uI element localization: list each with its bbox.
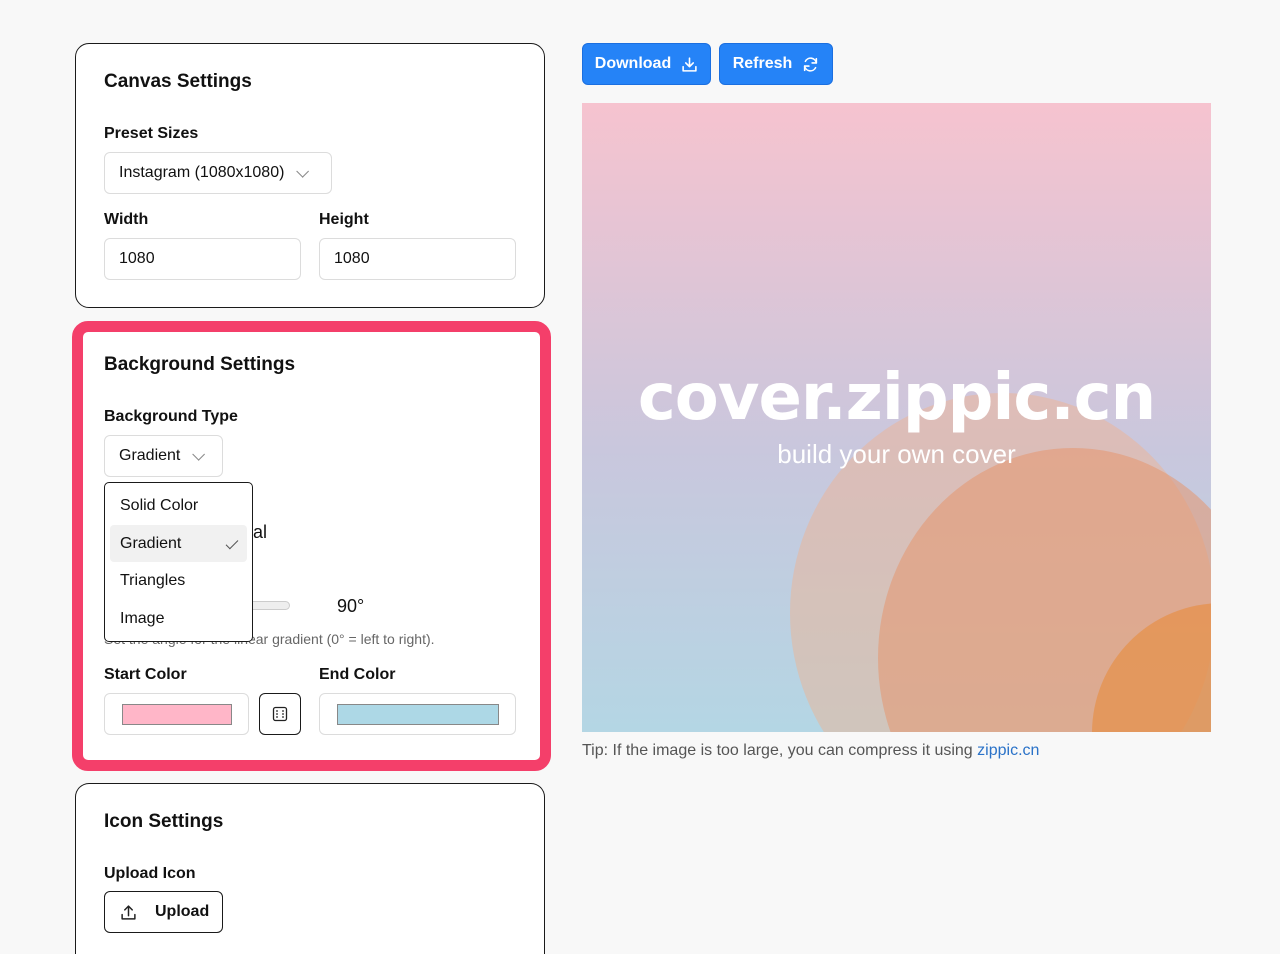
end-color-swatch [337, 704, 499, 725]
height-input[interactable]: 1080 [319, 238, 516, 280]
upload-icon-label: Upload Icon [104, 865, 196, 882]
chevron-down-icon [192, 447, 206, 461]
preview-subtitle: build your own cover [777, 439, 1016, 469]
preset-sizes-value: Instagram (1080x1080) [119, 164, 285, 181]
angle-value: 90° [337, 596, 365, 616]
randomize-color-button[interactable] [259, 693, 301, 735]
cover-preview: cover.zippic.cn build your own cover [582, 103, 1211, 732]
chevron-down-icon [296, 164, 310, 178]
dropdown-option-gradient[interactable]: Gradient [110, 524, 247, 562]
preset-sizes-select[interactable]: Instagram (1080x1080) [104, 152, 332, 194]
background-type-dropdown: Solid Color Gradient Triangles Image [104, 482, 253, 642]
refresh-button-label: Refresh [732, 55, 793, 72]
upload-button-label: Upload [155, 903, 210, 920]
background-type-select[interactable]: Gradient [104, 435, 223, 477]
check-icon [225, 536, 239, 549]
height-label: Height [319, 211, 369, 228]
upload-icon [121, 904, 136, 920]
width-label: Width [104, 211, 149, 228]
icon-settings-title: Icon Settings [104, 811, 224, 832]
download-button[interactable]: Download [582, 43, 711, 85]
start-color-picker[interactable] [104, 693, 249, 735]
canvas-settings-title: Canvas Settings [104, 71, 252, 92]
end-color-label: End Color [319, 666, 396, 683]
dropdown-option-label: Gradient [120, 534, 182, 552]
dice-icon [272, 706, 288, 722]
upload-button[interactable]: Upload [104, 891, 223, 933]
preset-sizes-label: Preset Sizes [104, 125, 199, 142]
start-color-swatch [122, 704, 232, 725]
background-type-label: Background Type [104, 408, 238, 425]
start-color-label: Start Color [104, 666, 187, 683]
download-icon [682, 56, 697, 72]
tip-text: Tip: If the image is too large, you can … [582, 742, 978, 759]
icon-settings-card: Icon Settings Upload Icon Upload [75, 783, 545, 954]
dropdown-option-image[interactable]: Image [110, 600, 247, 638]
background-settings-title: Background Settings [104, 354, 296, 375]
width-input[interactable]: 1080 [104, 238, 301, 280]
dropdown-option-solid-color[interactable]: Solid Color [110, 487, 247, 525]
refresh-icon [804, 56, 818, 72]
download-button-label: Download [594, 55, 672, 72]
background-type-value: Gradient [119, 447, 181, 464]
refresh-button[interactable]: Refresh [719, 43, 833, 85]
zippic-link[interactable]: zippic.cn [977, 742, 1039, 759]
canvas-settings-card: Canvas Settings Preset Sizes Instagram (… [75, 43, 545, 308]
preview-title: cover.zippic.cn [637, 361, 1156, 435]
end-color-picker[interactable] [319, 693, 516, 735]
compress-tip: Tip: If the image is too large, you can … [582, 742, 1039, 760]
dropdown-option-triangles[interactable]: Triangles [110, 562, 247, 600]
